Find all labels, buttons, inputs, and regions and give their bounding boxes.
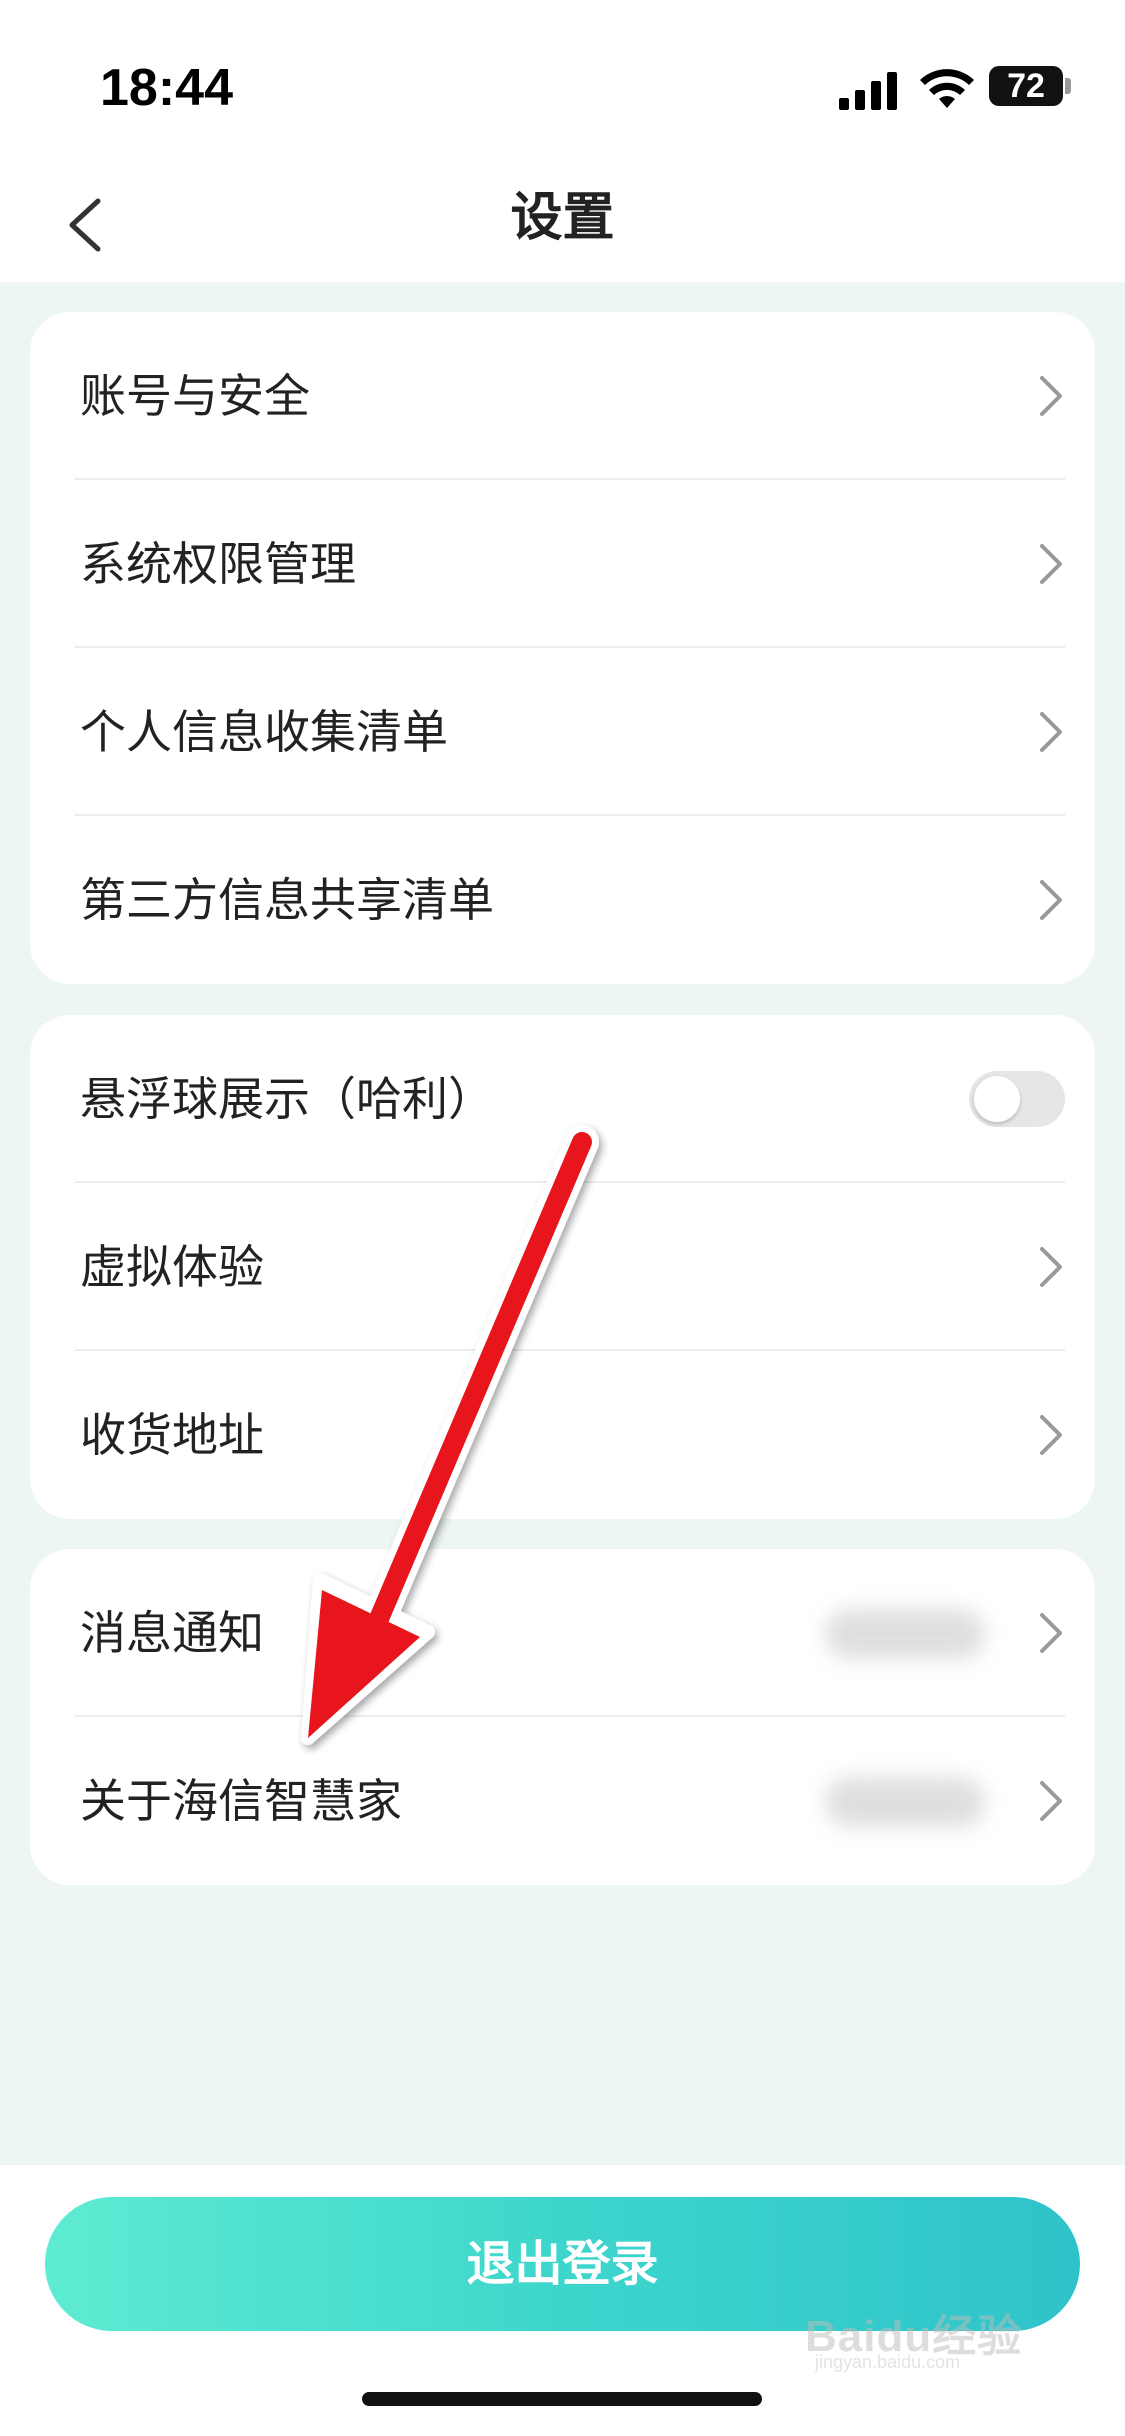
settings-item-virtual-experience[interactable]: 虚拟体验: [30, 1183, 1095, 1351]
settings-item-label: 收货地址: [80, 1408, 264, 1462]
settings-item-personal-info-list[interactable]: 个人信息收集清单: [30, 648, 1095, 816]
settings-group-account: 账号与安全 系统权限管理 个人信息收集清单 第三方信息共享清单: [30, 312, 1095, 984]
chevron-right-icon: [1040, 1613, 1062, 1653]
settings-item-notifications[interactable]: 消息通知: [30, 1549, 1095, 1717]
settings-item-label: 虚拟体验: [80, 1240, 264, 1294]
settings-item-system-permissions[interactable]: 系统权限管理: [30, 480, 1095, 648]
settings-item-label: 悬浮球展示（哈利）: [80, 1072, 494, 1126]
blurred-value: [825, 1777, 985, 1827]
blurred-value: [825, 1609, 985, 1659]
battery-level: 72: [1007, 67, 1045, 105]
chevron-right-icon: [1040, 712, 1062, 752]
settings-item-shipping-address[interactable]: 收货地址: [30, 1351, 1095, 1519]
settings-item-label: 消息通知: [80, 1606, 264, 1660]
settings-item-label: 关于海信智慧家: [80, 1774, 402, 1828]
page-title: 设置: [510, 188, 615, 248]
chevron-right-icon: [1040, 880, 1062, 920]
status-time: 18:44: [100, 59, 233, 117]
chevron-right-icon: [1040, 1415, 1062, 1455]
chevron-right-icon: [1040, 376, 1062, 416]
settings-group-features: 悬浮球展示（哈利） 虚拟体验 收货地址: [30, 1015, 1095, 1519]
battery-icon: 72: [989, 66, 1073, 110]
home-indicator: [362, 2392, 762, 2406]
settings-item-third-party-sharing[interactable]: 第三方信息共享清单: [30, 816, 1095, 984]
cellular-signal-icon: [839, 72, 897, 110]
toggle-knob: [974, 1076, 1020, 1122]
settings-item-label: 系统权限管理: [80, 537, 356, 591]
wifi-icon: [920, 69, 974, 108]
settings-item-floating-ball: 悬浮球展示（哈利）: [30, 1015, 1095, 1183]
settings-item-account-security[interactable]: 账号与安全: [30, 312, 1095, 480]
navigation-bar: 设置: [0, 180, 1125, 280]
settings-item-label: 账号与安全: [80, 369, 310, 423]
floating-ball-toggle[interactable]: [969, 1071, 1065, 1127]
chevron-right-icon: [1040, 1781, 1062, 1821]
settings-item-label: 个人信息收集清单: [80, 705, 448, 759]
chevron-right-icon: [1040, 544, 1062, 584]
baidu-watermark: Baidu经验 jingyan.baidu.com: [805, 2300, 1065, 2380]
settings-group-about: 消息通知 关于海信智慧家: [30, 1549, 1095, 1885]
watermark-sub: jingyan.baidu.com: [815, 2352, 961, 2372]
settings-item-label: 第三方信息共享清单: [80, 873, 494, 927]
status-bar: 18:44 72: [0, 0, 1125, 180]
chevron-right-icon: [1040, 1247, 1062, 1287]
settings-item-about-hisense[interactable]: 关于海信智慧家: [30, 1717, 1095, 1885]
